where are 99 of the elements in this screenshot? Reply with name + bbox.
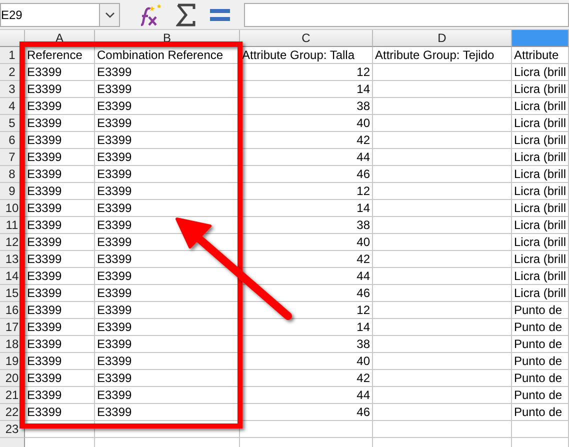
dropdown-button[interactable] <box>99 4 119 26</box>
table-cell: E3399 <box>25 132 95 149</box>
table-cell: E3399 <box>95 404 240 421</box>
table-cell: Licra (brill <box>512 285 569 302</box>
table-cell: E3399 <box>25 64 95 81</box>
table-cell: E3399 <box>95 285 240 302</box>
table-cell: E3399 <box>25 353 95 370</box>
table-cell: Punto de <box>512 319 569 336</box>
table-cell: Licra (brill <box>512 149 569 166</box>
table-cell: Attribute Group: Tejido <box>373 47 512 64</box>
table-cell: E3399 <box>95 302 240 319</box>
table-cell: Licra (brill <box>512 183 569 200</box>
table-cell: 42 <box>240 132 373 149</box>
table-cell: E3399 <box>95 353 240 370</box>
table-cell: E3399 <box>95 115 240 132</box>
table-cell: Punto de <box>512 404 569 421</box>
table-cell: 12 <box>240 183 373 200</box>
table-cell: E3399 <box>25 166 95 183</box>
table-cell: E3399 <box>25 336 95 353</box>
table-cell: Attribute Group: Talla <box>240 47 373 64</box>
table-cell: E3399 <box>25 149 95 166</box>
table-cell: Licra (brill <box>512 234 569 251</box>
table-cell: E3399 <box>25 217 95 234</box>
table-cell: 12 <box>240 64 373 81</box>
table-cell: Combination Reference <box>95 47 240 64</box>
formula-input[interactable] <box>244 2 569 26</box>
table-cell: E3399 <box>25 319 95 336</box>
table-cell: Licra (brill <box>512 115 569 132</box>
table-cell: E3399 <box>25 251 95 268</box>
table-cell: E3399 <box>95 268 240 285</box>
table-cell: E3399 <box>95 387 240 404</box>
caret-icon <box>104 12 114 18</box>
table-cell: E3399 <box>95 336 240 353</box>
table-cell: 14 <box>240 81 373 98</box>
table-cell: 14 <box>240 319 373 336</box>
table-cell: Licra (brill <box>512 81 569 98</box>
table-cell: E3399 <box>25 370 95 387</box>
table-cell: Punto de <box>512 353 569 370</box>
table-cell: 46 <box>240 285 373 302</box>
table-cell: 40 <box>240 115 373 132</box>
table-cell: Punto de <box>512 336 569 353</box>
table-cell: E3399 <box>95 81 240 98</box>
table-cell: 38 <box>240 98 373 115</box>
table-cell: E3399 <box>25 387 95 404</box>
table-cell: E3399 <box>95 319 240 336</box>
table-cell: Licra (brill <box>512 217 569 234</box>
table-cell: 46 <box>240 166 373 183</box>
table-cell: E3399 <box>25 268 95 285</box>
table-cell: E3399 <box>95 183 240 200</box>
table-cell: Punto de <box>512 370 569 387</box>
table-cell: 44 <box>240 268 373 285</box>
table-cell: 42 <box>240 370 373 387</box>
table-cell: Punto de <box>512 387 569 404</box>
table-cell: Licra (brill <box>512 132 569 149</box>
empty-cell <box>512 421 569 438</box>
column-header[interactable]: D <box>373 30 512 47</box>
table-cell: 38 <box>240 336 373 353</box>
table-cell: 40 <box>240 234 373 251</box>
table-cell: Licra (brill <box>512 251 569 268</box>
table-cell: 38 <box>240 217 373 234</box>
table-cell: E3399 <box>25 302 95 319</box>
table-cell: E3399 <box>95 166 240 183</box>
sum-icon[interactable] <box>176 2 196 26</box>
table-cell: E3399 <box>25 200 95 217</box>
table-cell: E3399 <box>95 251 240 268</box>
name-box-input[interactable]: E29 <box>1 6 99 24</box>
table-cell: Punto de <box>512 302 569 319</box>
column-header[interactable]: C <box>240 30 373 47</box>
table-cell: Licra (brill <box>512 64 569 81</box>
table-cell: Licra (brill <box>512 98 569 115</box>
table-cell: E3399 <box>25 234 95 251</box>
table-cell: E3399 <box>95 64 240 81</box>
table-cell: Attribute <box>512 47 569 64</box>
table-cell: E3399 <box>95 149 240 166</box>
table-cell: E3399 <box>95 98 240 115</box>
name-box[interactable]: E29 <box>0 2 120 26</box>
table-cell: 44 <box>240 387 373 404</box>
table-cell: 44 <box>240 149 373 166</box>
row-header[interactable]: 23 <box>0 421 25 438</box>
table-cell: E3399 <box>25 183 95 200</box>
table-cell: E3399 <box>25 98 95 115</box>
table-cell: Licra (brill <box>512 268 569 285</box>
corner-header[interactable] <box>0 30 25 47</box>
formula-icon[interactable] <box>210 8 230 20</box>
table-cell: 46 <box>240 404 373 421</box>
table-cell: E3399 <box>25 285 95 302</box>
table-cell: Reference <box>25 47 95 64</box>
table-cell: Licra (brill <box>512 166 569 183</box>
table-cell: E3399 <box>25 404 95 421</box>
table-cell: 14 <box>240 200 373 217</box>
table-cell: E3399 <box>95 370 240 387</box>
table-cell: E3399 <box>25 115 95 132</box>
table-cell: 12 <box>240 302 373 319</box>
table-cell: Licra (brill <box>512 200 569 217</box>
table-cell: E3399 <box>95 200 240 217</box>
table-cell: 40 <box>240 353 373 370</box>
table-cell: E3399 <box>25 81 95 98</box>
table-cell: E3399 <box>95 132 240 149</box>
table-cell: 42 <box>240 251 373 268</box>
